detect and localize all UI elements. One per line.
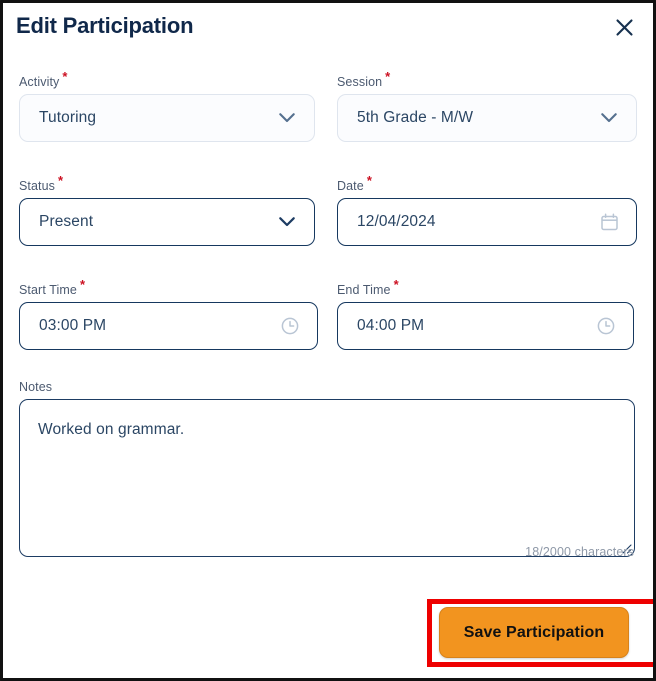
session-select[interactable]: 5th Grade - M/W — [337, 94, 637, 142]
label-start-time: Start Time * — [19, 276, 86, 297]
chevron-down-icon — [277, 108, 297, 128]
field-status: Status * Present — [19, 172, 315, 246]
calendar-icon[interactable] — [599, 212, 619, 232]
label-activity: Activity * — [19, 68, 68, 89]
save-button[interactable]: Save Participation — [439, 607, 629, 658]
label-status: Status * — [19, 172, 64, 193]
date-input-value: 12/04/2024 — [357, 213, 436, 230]
required-marker: * — [79, 276, 86, 292]
required-marker: * — [366, 172, 372, 188]
dialog-header: Edit Participation — [3, 3, 653, 57]
required-marker: * — [393, 276, 399, 292]
field-start-time: Start Time * 03:00 PM — [19, 276, 318, 350]
required-marker: * — [58, 172, 64, 188]
page-title: Edit Participation — [16, 13, 194, 38]
close-icon[interactable] — [611, 14, 637, 40]
status-select[interactable]: Present — [19, 198, 315, 246]
start-time-input-value: 03:00 PM — [39, 317, 107, 334]
label-date: Date * — [337, 172, 372, 193]
field-end-time: End Time * 04:00 PM — [337, 276, 634, 350]
field-session: Session * 5th Grade - M/W — [337, 68, 637, 142]
session-select-value: 5th Grade - M/W — [357, 109, 474, 126]
end-time-input-value: 04:00 PM — [357, 317, 425, 334]
field-notes: Notes Worked on grammar. 18/2000 charact… — [19, 380, 635, 559]
label-session: Session * — [337, 68, 391, 89]
clock-icon[interactable] — [280, 316, 300, 336]
character-counter: 18/2000 characters — [525, 545, 634, 559]
activity-select[interactable]: Tutoring — [19, 94, 315, 142]
field-activity: Activity * Tutoring — [19, 68, 315, 142]
chevron-down-icon — [277, 212, 297, 232]
edit-participation-dialog: Edit Participation Activity * Tutoring S… — [0, 0, 656, 681]
chevron-down-icon — [599, 108, 619, 128]
status-select-value: Present — [39, 213, 94, 230]
start-time-input[interactable]: 03:00 PM — [19, 302, 318, 350]
field-date: Date * 12/04/2024 — [337, 172, 637, 246]
required-marker: * — [385, 68, 391, 84]
activity-select-value: Tutoring — [39, 109, 97, 126]
date-input[interactable]: 12/04/2024 — [337, 198, 637, 246]
notes-textarea[interactable]: Worked on grammar. — [19, 399, 635, 557]
required-marker: * — [62, 68, 68, 84]
notes-textarea-value[interactable]: Worked on grammar. — [38, 421, 184, 439]
label-end-time: End Time * — [337, 276, 399, 297]
clock-icon[interactable] — [596, 316, 616, 336]
label-notes: Notes — [19, 380, 53, 394]
end-time-input[interactable]: 04:00 PM — [337, 302, 634, 350]
